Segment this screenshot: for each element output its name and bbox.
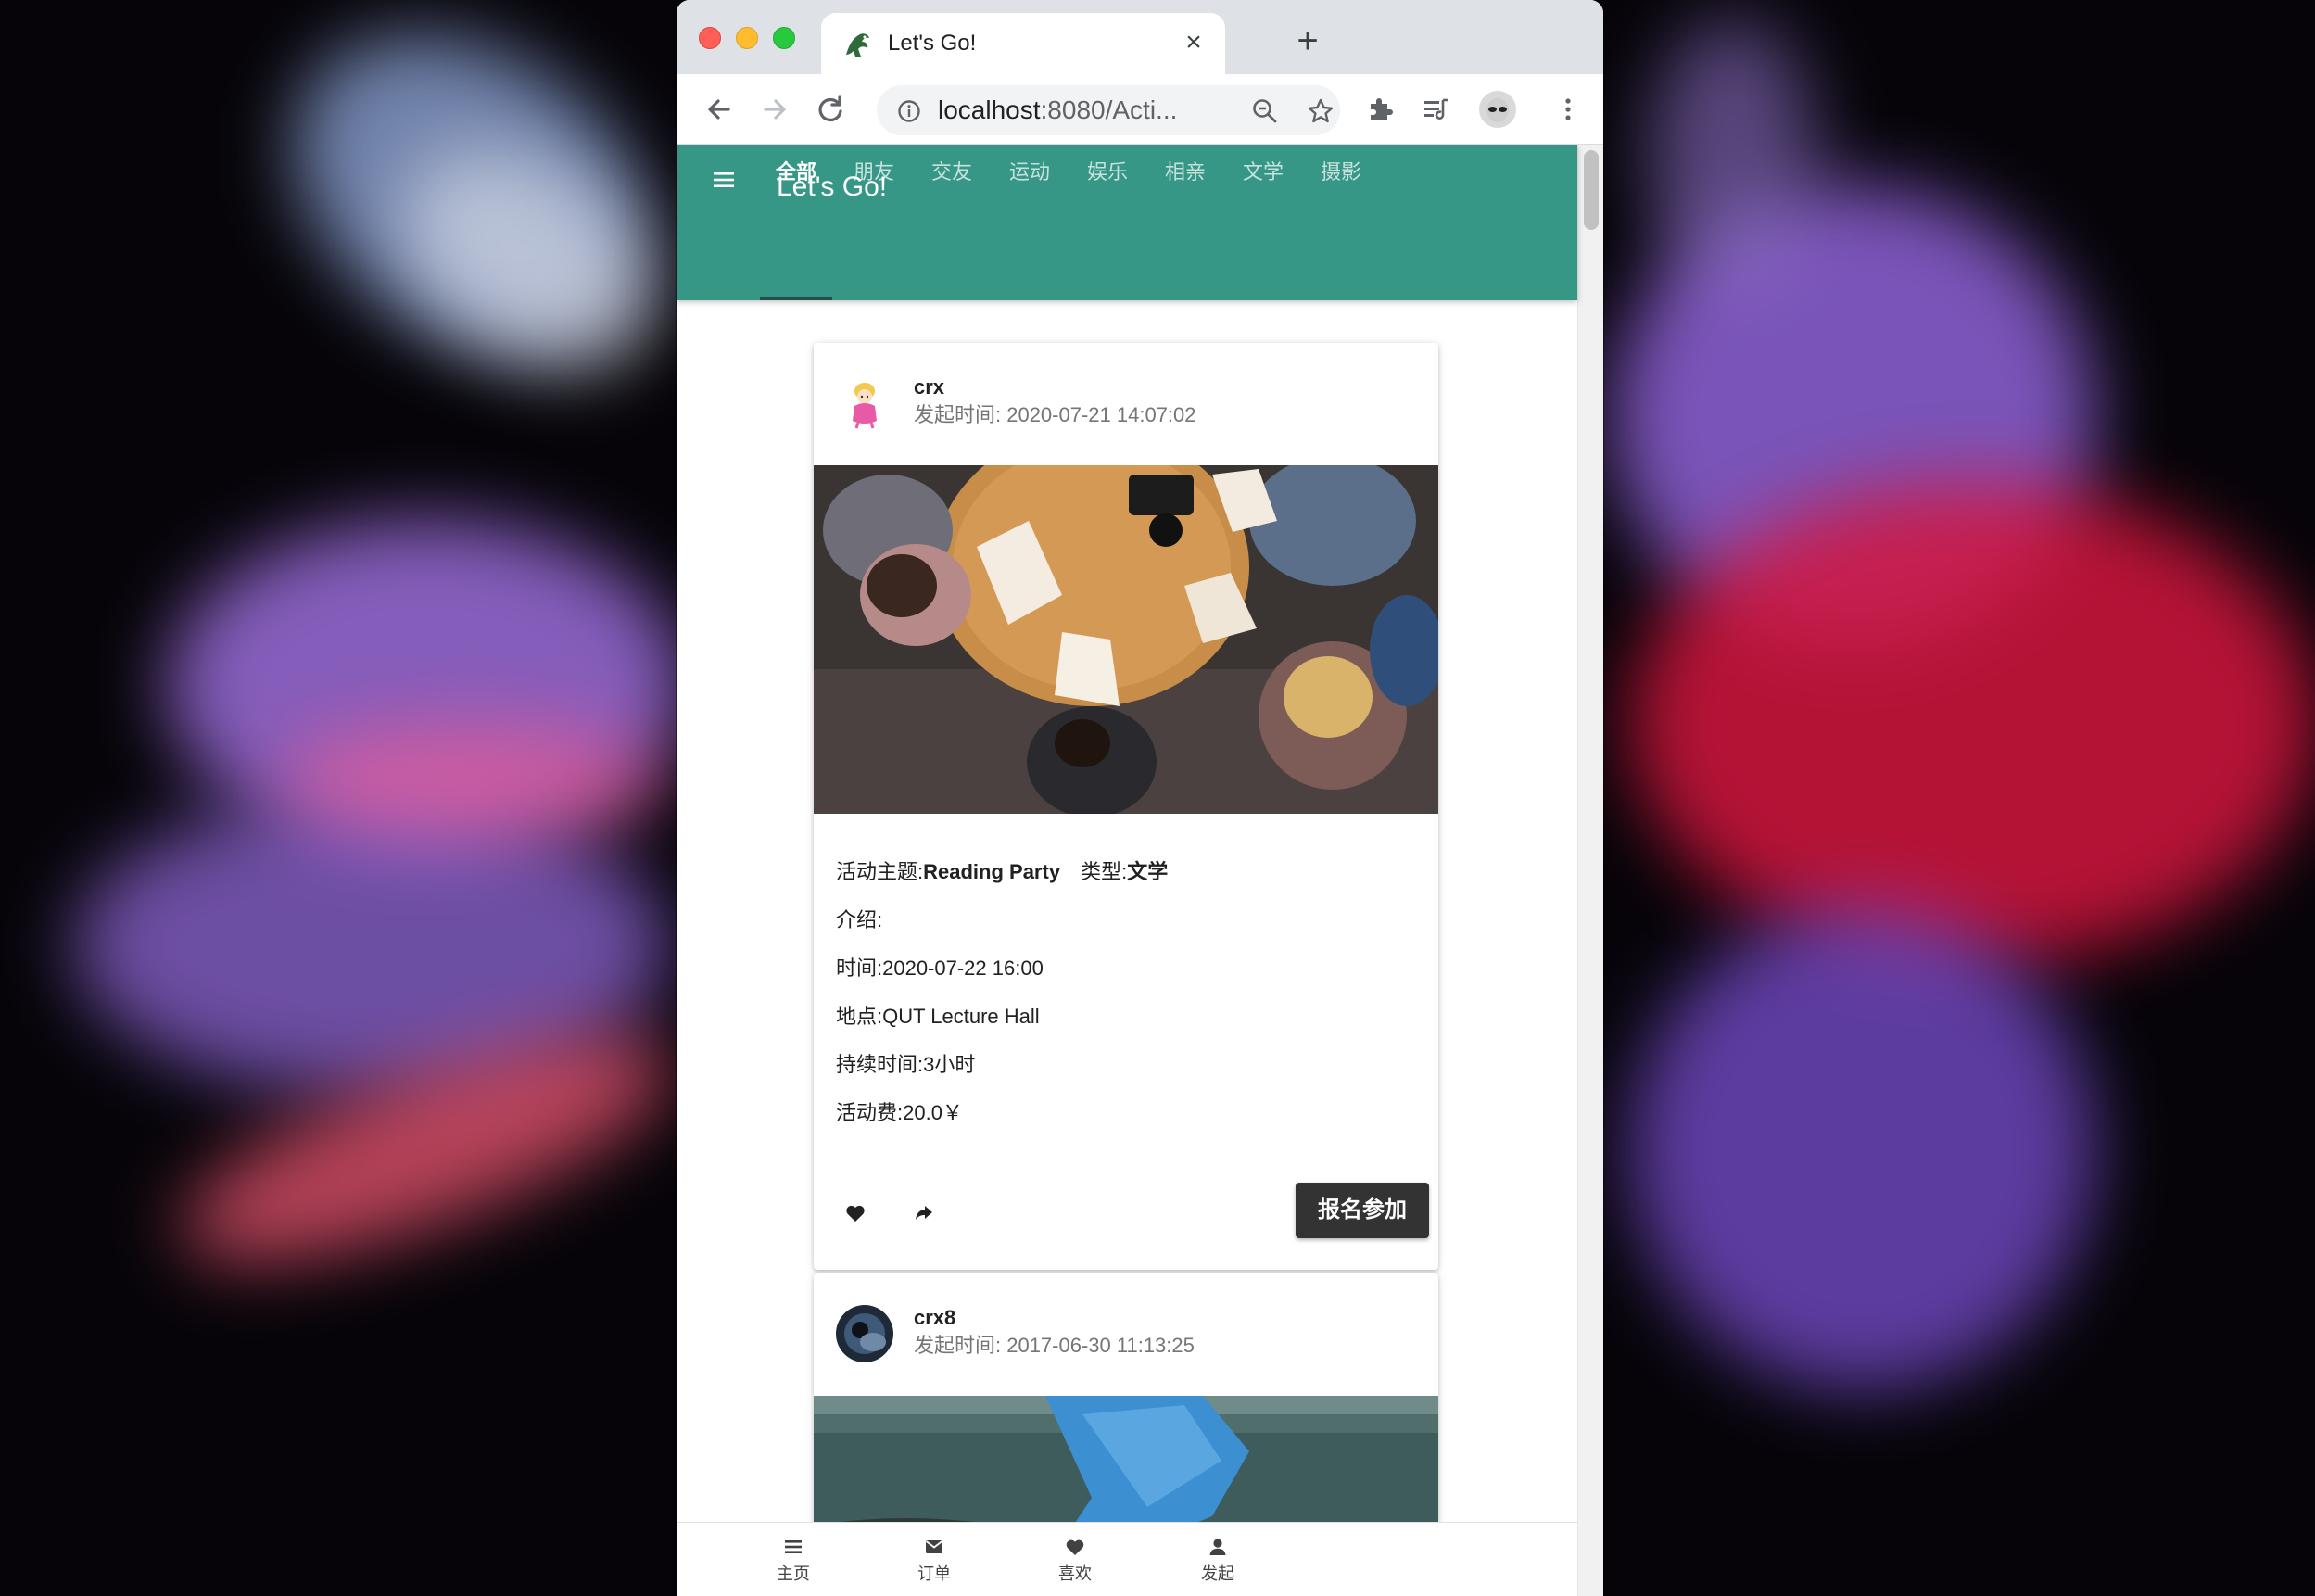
scrollbar-thumb[interactable] (1584, 150, 1599, 230)
nav-favorites[interactable]: 喜欢 (1029, 1523, 1121, 1596)
activity-intro: 介绍: (836, 908, 883, 931)
activity-card: crx8 发起时间: 2017-06-30 11:13:25 (814, 1273, 1438, 1552)
nav-favorites-label: 喜欢 (1058, 1564, 1092, 1583)
url-host: localhost (938, 95, 1041, 124)
theme-and-type-line: 活动主题:Reading Party 类型:文学 (836, 858, 1168, 886)
author-avatar[interactable] (836, 1305, 893, 1362)
browser-menu-kebab-icon[interactable] (1550, 91, 1587, 128)
nav-home[interactable]: 主页 (747, 1523, 840, 1596)
dark-photo-avatar-icon (836, 1305, 893, 1362)
tab-strip: Let's Go! × + (677, 0, 1603, 74)
tab-friends[interactable]: 朋友 (838, 145, 910, 200)
browser-toolbar: localhost:8080/Acti... (677, 74, 1603, 145)
type-label: 类型: (1081, 860, 1128, 883)
nav-home-label: 主页 (777, 1564, 810, 1583)
site-info-icon[interactable] (897, 99, 921, 123)
media-queue-icon[interactable] (1418, 91, 1455, 128)
scrollbar-track[interactable] (1577, 145, 1603, 1596)
nav-create-label: 发起 (1201, 1564, 1234, 1583)
person-icon (1209, 1539, 1226, 1555)
page-viewport: Let's Go! 全部 朋友 交友 运动 娱乐 相亲 文学 摄影 crx 发起… (677, 145, 1603, 1596)
heart-icon (1066, 1539, 1084, 1555)
forward-arrow-icon[interactable] (756, 91, 793, 128)
menu-icon (785, 1540, 802, 1553)
tab-literature[interactable]: 文学 (1227, 145, 1299, 200)
join-activity-button[interactable]: 报名参加 (1296, 1183, 1429, 1238)
tab-all[interactable]: 全部 (760, 145, 832, 200)
tab-socializing[interactable]: 交友 (916, 145, 988, 200)
heart-like-icon[interactable] (843, 1201, 867, 1225)
reading-party-photo (814, 465, 1438, 814)
tab-photography[interactable]: 摄影 (1305, 145, 1377, 200)
reload-icon[interactable] (812, 91, 849, 128)
share-arrow-icon[interactable] (912, 1201, 936, 1225)
extensions-puzzle-icon[interactable] (1362, 91, 1399, 128)
url-rest: :8080/Acti... (1040, 95, 1178, 124)
address-bar[interactable]: localhost:8080/Acti... (877, 85, 1340, 135)
active-tab-indicator (760, 297, 832, 300)
posted-time: 发起时间: 2020-07-21 14:07:02 (914, 403, 1196, 426)
activity-time: 时间:2020-07-22 16:00 (836, 956, 1044, 980)
browser-tab[interactable]: Let's Go! × (821, 13, 1225, 74)
minimize-window-button[interactable] (736, 27, 758, 49)
activity-theme: Reading Party (923, 860, 1061, 883)
zoom-out-icon[interactable] (1251, 97, 1279, 125)
activity-fee: 活动费:20.0￥ (836, 1101, 963, 1124)
close-window-button[interactable] (699, 27, 721, 49)
back-arrow-icon[interactable] (701, 91, 738, 128)
tab-sports[interactable]: 运动 (993, 145, 1066, 200)
activity-location: 地点:QUT Lecture Hall (836, 1005, 1040, 1028)
author-avatar[interactable] (836, 374, 893, 432)
url-text: localhost:8080/Acti... (938, 96, 1177, 124)
cartoon-girl-avatar-icon (836, 374, 893, 432)
nav-create[interactable]: 发起 (1171, 1523, 1264, 1596)
browser-window: Let's Go! × + localhost:8080/Acti... Let… (677, 0, 1603, 1596)
tab-entertainment[interactable]: 娱乐 (1071, 145, 1144, 200)
author-name[interactable]: crx (914, 374, 944, 400)
close-tab-icon[interactable]: × (1179, 28, 1208, 57)
alien-avatar-icon (1486, 98, 1509, 122)
bottom-navigation: 主页 订单 喜欢 发起 (677, 1522, 1577, 1596)
nav-orders[interactable]: 订单 (888, 1523, 980, 1596)
nav-orders-label: 订单 (917, 1564, 951, 1583)
posted-time: 发起时间: 2017-06-30 11:13:25 (914, 1334, 1195, 1357)
tab-title: Let's Go! (888, 31, 977, 56)
mail-icon (925, 1540, 943, 1553)
new-tab-plus-icon[interactable]: + (1292, 22, 1323, 59)
bookmark-star-icon[interactable] (1307, 97, 1335, 125)
activity-card: crx 发起时间: 2020-07-21 14:07:02 活动主题:Readi… (814, 343, 1438, 1270)
activity-duration: 持续时间:3小时 (836, 1053, 976, 1076)
profile-avatar[interactable] (1479, 91, 1516, 128)
activity-photo[interactable] (814, 465, 1438, 814)
author-name[interactable]: crx8 (914, 1305, 955, 1331)
activity-type: 文学 (1127, 860, 1169, 883)
app-bar: Let's Go! 全部 朋友 交友 运动 娱乐 相亲 文学 摄影 (677, 145, 1577, 300)
dragon-favicon-icon (846, 33, 869, 57)
tab-dating[interactable]: 相亲 (1149, 145, 1221, 200)
zoom-window-button[interactable] (773, 27, 795, 49)
hamburger-menu-icon[interactable] (712, 169, 738, 191)
theme-label: 活动主题: (836, 860, 924, 883)
